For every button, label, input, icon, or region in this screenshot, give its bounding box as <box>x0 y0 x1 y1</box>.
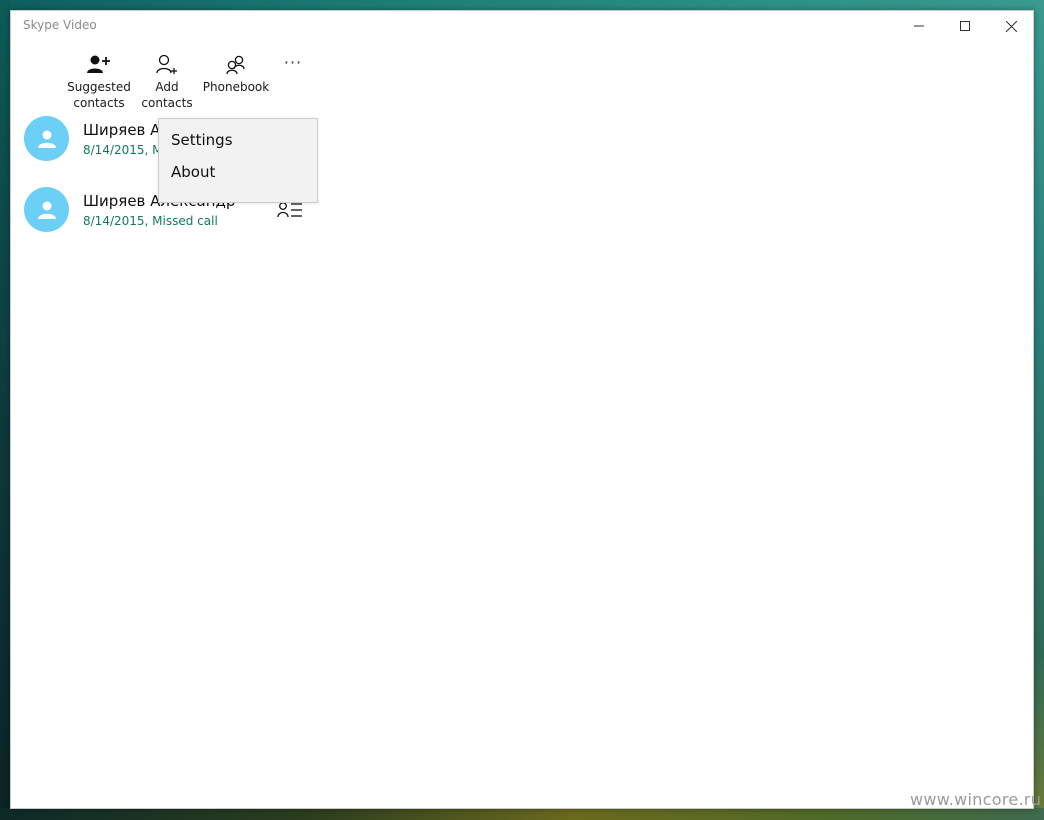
close-button[interactable] <box>988 11 1033 41</box>
menu-item-settings[interactable]: Settings <box>159 124 317 156</box>
window-title: Skype Video <box>23 18 97 32</box>
person-add-filled-icon <box>86 51 112 79</box>
avatar <box>24 187 69 232</box>
add-contacts-label-line2: contacts <box>141 96 193 110</box>
add-contacts-button[interactable]: Add contacts <box>141 51 193 111</box>
contact-card-icon <box>277 202 302 218</box>
app-window: Skype Video Suggested contacts Add conta… <box>10 10 1034 809</box>
more-icon: ··· <box>283 53 303 72</box>
close-icon <box>1005 20 1017 32</box>
suggested-contacts-button[interactable]: Suggested contacts <box>67 51 131 111</box>
desktop-background-bottom <box>0 808 1044 820</box>
suggested-contacts-label-line2: contacts <box>73 96 125 110</box>
people-icon <box>224 51 248 79</box>
person-add-outline-icon <box>155 51 179 79</box>
person-icon <box>37 130 56 148</box>
minimize-icon <box>914 25 924 27</box>
contact-status: 8/14/2015, Missed call <box>83 214 218 228</box>
watermark: www.wincore.ru <box>910 790 1042 809</box>
title-bar[interactable]: Skype Video <box>11 11 1033 41</box>
avatar <box>24 116 69 161</box>
add-contacts-label-line1: Add <box>155 80 179 94</box>
more-options-menu: Settings About <box>158 118 318 203</box>
menu-item-about[interactable]: About <box>159 156 317 188</box>
phonebook-label: Phonebook <box>202 80 270 94</box>
minimize-button[interactable] <box>896 11 942 41</box>
suggested-contacts-label-line1: Suggested <box>67 80 131 94</box>
desktop-background-left <box>0 0 10 820</box>
phonebook-button[interactable]: Phonebook <box>203 51 269 95</box>
more-options-button[interactable]: ··· <box>281 55 305 71</box>
maximize-button[interactable] <box>942 11 988 41</box>
person-icon <box>37 201 56 219</box>
maximize-icon <box>960 21 970 31</box>
